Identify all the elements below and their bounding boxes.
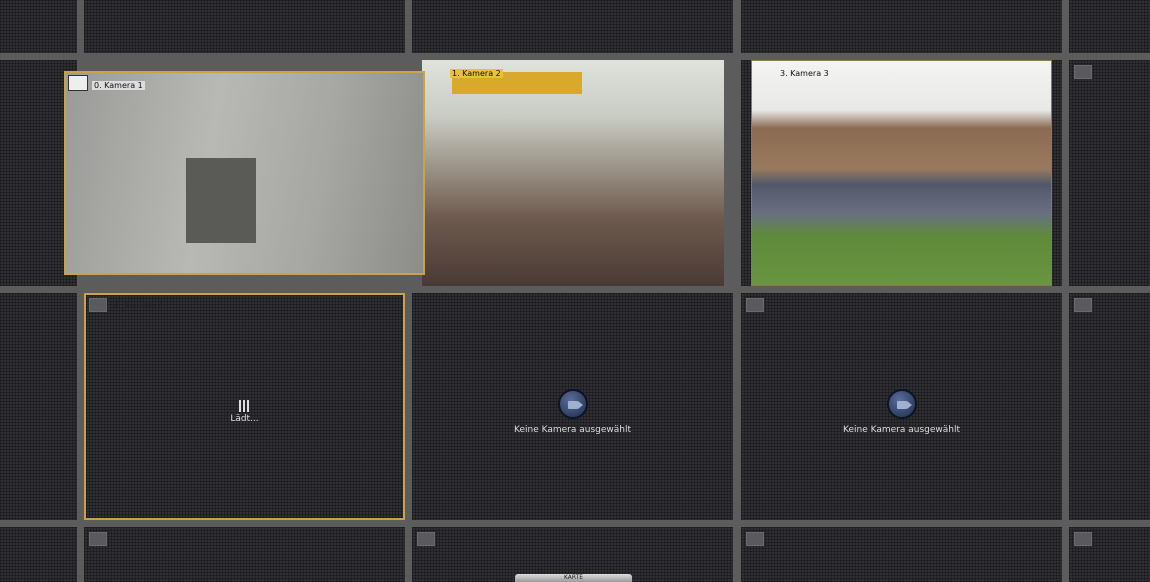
empty-cell-text: Keine Kamera ausgewählt <box>514 425 631 435</box>
map-tab-button[interactable]: KARTE <box>515 574 632 582</box>
camera-label: 1. Kamera 2 <box>450 69 503 78</box>
grid-cell[interactable]: Keine Kamera ausgewählt <box>412 293 733 520</box>
camera-thumb-icon[interactable] <box>746 298 764 312</box>
grid-cell[interactable] <box>84 0 405 53</box>
camera-label: 4. Kamera 4 <box>114 301 163 310</box>
grid-cell[interactable] <box>84 527 405 582</box>
grid-cell[interactable] <box>1069 293 1150 520</box>
grid-cell[interactable] <box>741 0 1062 53</box>
video-camera-icon <box>886 389 917 419</box>
camera-2-video[interactable]: 1. Kamera 2 <box>422 60 724 286</box>
empty-cell-text: Keine Kamera ausgewählt <box>843 425 960 435</box>
camera-thumb-icon[interactable] <box>746 532 764 546</box>
grid-cell[interactable] <box>0 293 77 520</box>
camera-thumb-icon[interactable] <box>89 298 107 312</box>
camera-thumb-icon[interactable] <box>1074 298 1092 312</box>
loading-icon <box>238 400 251 412</box>
camera-icon[interactable] <box>68 75 88 91</box>
camera-thumb-icon[interactable] <box>1074 532 1092 546</box>
grid-cell[interactable] <box>412 0 733 53</box>
camera-thumb-icon[interactable] <box>89 532 107 546</box>
loading-text: Lädt... <box>230 414 259 424</box>
grid-cell[interactable]: Keine Kamera ausgewählt <box>741 293 1062 520</box>
video-camera-icon <box>557 389 588 419</box>
camera-label: 3. Kamera 3 <box>780 69 829 78</box>
camera-thumb-icon[interactable] <box>417 532 435 546</box>
camera-thumb-icon[interactable] <box>1074 65 1092 79</box>
camera-1-video[interactable]: 0. Kamera 1 <box>64 71 425 275</box>
grid-cell[interactable] <box>0 527 77 582</box>
grid-cell[interactable] <box>1069 0 1150 53</box>
camera-label: 0. Kamera 1 <box>92 81 145 90</box>
camera-4-cell[interactable]: 4. Kamera 4 Lädt... <box>84 293 405 520</box>
grid-cell[interactable] <box>741 527 1062 582</box>
grid-cell[interactable] <box>0 0 77 53</box>
grid-cell[interactable] <box>1069 60 1150 286</box>
camera-3-video[interactable]: 3. Kamera 3 <box>751 60 1052 286</box>
grid-cell[interactable] <box>1069 527 1150 582</box>
